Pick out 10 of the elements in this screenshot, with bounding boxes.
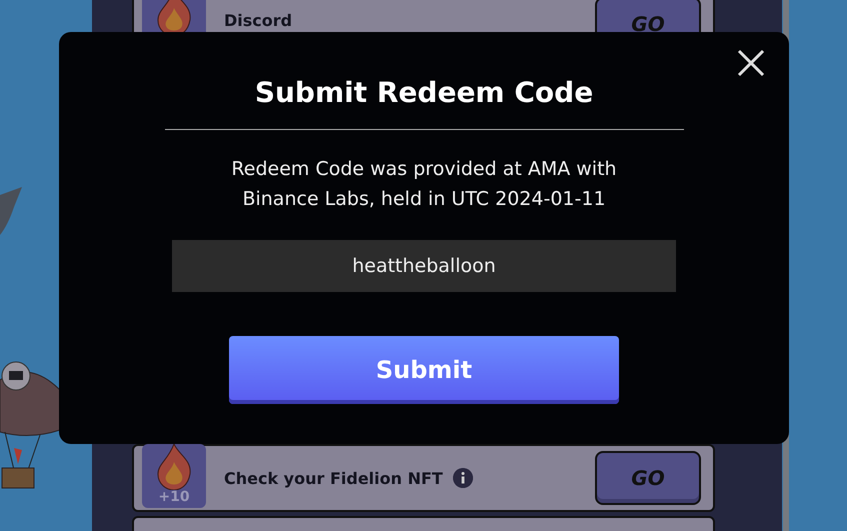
redeem-code-field[interactable]: heattheballoon bbox=[172, 240, 676, 292]
points-label: +10 bbox=[158, 490, 190, 504]
close-icon[interactable] bbox=[737, 49, 765, 77]
go-button[interactable]: GO bbox=[595, 451, 701, 505]
info-icon[interactable] bbox=[452, 468, 473, 488]
dialog-title: Submit Redeem Code bbox=[254, 76, 594, 109]
quest-title: Check your Fidelion NFT bbox=[224, 468, 443, 488]
submit-button[interactable]: Submit bbox=[229, 336, 619, 404]
quest-title: Discord bbox=[224, 11, 292, 30]
dialog-description: Redeem Code was provided at AMA with Binance Labs, held in UTC 2024-01-11 bbox=[230, 157, 618, 212]
